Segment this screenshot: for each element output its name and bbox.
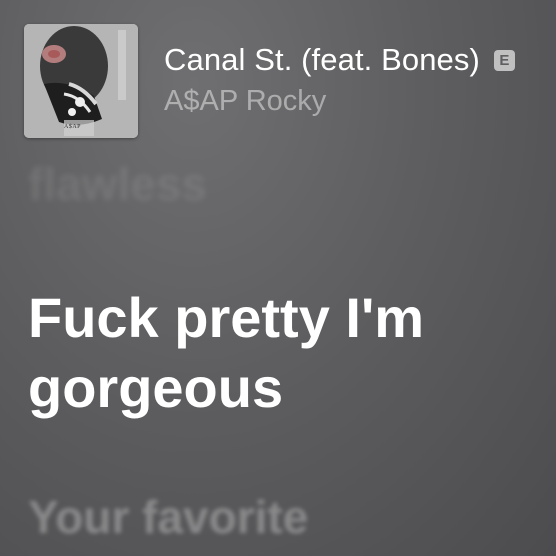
song-title: Canal St. (feat. Bones) <box>164 42 480 77</box>
title-row: Canal St. (feat. Bones) E <box>164 42 515 78</box>
lyrics-screen: A$AP Canal St. (feat. Bones) E A$AP Rock… <box>0 0 556 556</box>
lyric-line-previous[interactable]: flawless <box>28 157 207 211</box>
artist-name[interactable]: A$AP Rocky <box>164 85 515 118</box>
lyric-line-current[interactable]: Fuck pretty I'm gorgeous <box>28 283 528 423</box>
track-info[interactable]: Canal St. (feat. Bones) E A$AP Rocky <box>164 42 515 118</box>
now-playing-header[interactable]: A$AP Canal St. (feat. Bones) E A$AP Rock… <box>24 24 544 140</box>
lyric-line-next[interactable]: Your favorite <box>28 490 308 544</box>
album-art[interactable]: A$AP <box>24 24 138 138</box>
album-art-label: A$AP <box>64 124 82 130</box>
explicit-badge-icon: E <box>493 49 515 71</box>
album-art-image <box>24 24 138 138</box>
